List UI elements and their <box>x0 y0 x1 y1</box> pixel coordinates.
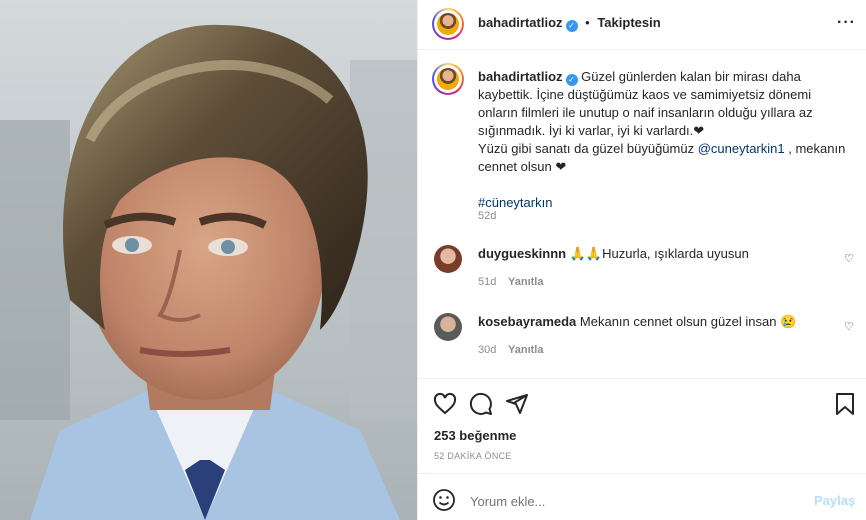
save-bookmark-icon[interactable] <box>834 392 856 416</box>
comment-username[interactable]: kosebayrameda <box>478 314 576 329</box>
comment-item: duygueskinnn 🙏🙏Huzurla, ışıklarda uyusun <box>478 245 749 263</box>
caption-line: , mekanın <box>784 141 846 156</box>
likes-count[interactable]: 253 beğenme <box>434 428 516 443</box>
comment-input[interactable] <box>468 490 812 512</box>
caption-line: Güzel günlerden kalan bir mirası daha <box>581 69 801 84</box>
post-comment-button[interactable]: Paylaş <box>814 493 855 508</box>
comment-avatar[interactable] <box>434 313 462 341</box>
caption-username[interactable]: bahadirtatlioz <box>478 69 563 84</box>
share-plane-icon[interactable] <box>505 392 529 416</box>
actions-divider <box>418 378 866 379</box>
caption-line: onların filmleri ile unutup o naif insan… <box>478 105 813 120</box>
caption-line: sığınmadık. İyi ki varlar, iyi ki varlar… <box>478 123 705 138</box>
author-avatar[interactable] <box>432 8 464 40</box>
comment-like-heart-icon[interactable]: ♡ <box>844 320 854 333</box>
like-heart-icon[interactable] <box>433 392 457 416</box>
comment-like-heart-icon[interactable]: ♡ <box>844 252 854 265</box>
comment-time[interactable]: 51d <box>478 276 496 288</box>
comment-avatar[interactable] <box>434 245 462 273</box>
caption-line: cennet olsun ❤ <box>478 159 567 174</box>
comment-time[interactable]: 30d <box>478 344 496 356</box>
post-side-panel: bahadirtatlioz ✓ • Takiptesin ··· bahadir… <box>417 0 866 520</box>
header-divider <box>418 49 866 50</box>
comment-text: 🙏🙏Huzurla, ışıklarda uyusun <box>569 246 749 261</box>
caption-line: kaybettik. İçine düştüğümüz kaos ve sami… <box>478 87 812 102</box>
mention-link[interactable]: @cuneytarkin1 <box>698 141 785 156</box>
post-timestamp[interactable]: 52 DAKİKA ÖNCE <box>434 451 512 461</box>
post-image[interactable] <box>0 0 417 520</box>
comment-item: kosebayrameda Mekanın cennet olsun güzel… <box>478 313 796 331</box>
header-username[interactable]: bahadirtatlioz <box>478 15 563 30</box>
post-header: bahadirtatlioz ✓ • Takiptesin <box>478 15 661 32</box>
separator-dot: • <box>585 15 590 30</box>
portrait-illustration <box>0 0 417 520</box>
caption-line: Yüzü gibi sanatı da güzel büyüğümüz <box>478 141 698 156</box>
caption-time[interactable]: 52d <box>478 210 496 222</box>
caption-avatar[interactable] <box>432 63 464 95</box>
comment-text: Mekanın cennet olsun güzel insan 😢 <box>579 314 797 329</box>
verified-badge-icon: ✓ <box>565 20 578 32</box>
hashtag-link[interactable]: #cüneytarkın <box>478 195 552 210</box>
reply-button[interactable]: Yanıtla <box>508 344 543 356</box>
more-options-icon[interactable]: ··· <box>837 14 856 32</box>
comment-username[interactable]: duygueskinnn <box>478 246 566 261</box>
verified-badge-icon: ✓ <box>565 74 578 86</box>
caption-body: bahadirtatlioz ✓ Güzel günlerden kalan bi… <box>478 68 858 212</box>
comment-bubble-icon[interactable] <box>469 392 493 416</box>
reply-button[interactable]: Yanıtla <box>508 276 543 288</box>
emoji-smiley-icon[interactable] <box>432 488 456 512</box>
comment-box-divider <box>418 473 866 474</box>
follow-status[interactable]: Takiptesin <box>597 15 660 30</box>
